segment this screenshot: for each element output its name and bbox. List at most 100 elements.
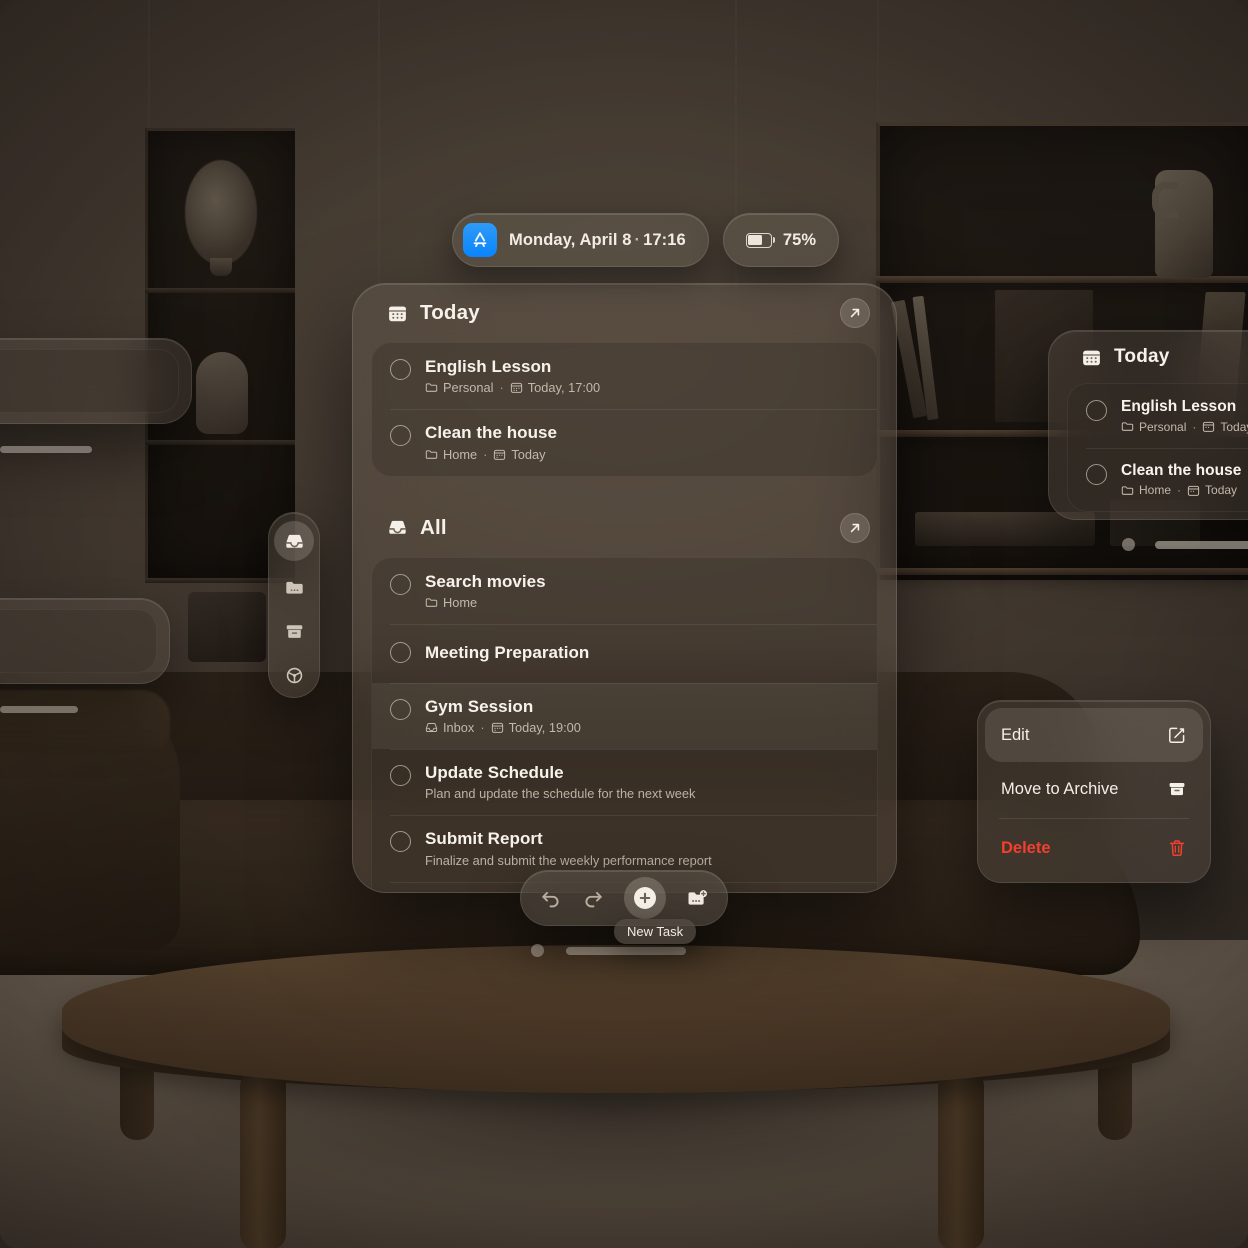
task-checkbox[interactable] (390, 573, 411, 595)
folder-icon (425, 450, 438, 459)
date-label: Monday, April 8 (509, 230, 632, 249)
window-close-dot[interactable] (531, 944, 544, 957)
task-checkbox[interactable] (390, 765, 411, 787)
meta-separator: · (480, 720, 485, 736)
sidebar-item-settings[interactable] (274, 657, 314, 693)
section-title: Today (420, 301, 480, 324)
folder-icon (425, 598, 438, 608)
menu-item-label: Edit (1001, 725, 1030, 744)
task-content: Clean the house Home · Today (425, 422, 859, 461)
calendar-icon (494, 449, 506, 460)
task-checkbox[interactable] (1086, 400, 1107, 421)
redo-arrow-icon (585, 891, 602, 907)
meta-separator: · (483, 446, 488, 462)
section-title: All (420, 515, 447, 539)
battery-pill[interactable]: 75% (722, 213, 840, 267)
wall-seam (877, 0, 879, 128)
section-today-secondary: Today English Lesson Personal · Toda Cle… (1049, 331, 1248, 513)
task-meta: Home (425, 595, 859, 610)
app-store-icon[interactable] (463, 223, 497, 257)
task-content: Meeting Preparation (425, 642, 859, 663)
section-header-all: All (371, 499, 878, 557)
table-row[interactable]: Update Schedule Plan and update the sche… (372, 749, 877, 815)
task-checkbox[interactable] (390, 831, 411, 853)
calendar-icon (389, 306, 406, 321)
battery-icon (745, 232, 776, 248)
task-title: Update Schedule (425, 763, 564, 783)
window-close-dot[interactable] (1122, 538, 1135, 551)
new-list-button[interactable] (686, 887, 709, 910)
table-row[interactable]: Clean the house Home · Today (372, 409, 877, 475)
task-checkbox[interactable] (390, 359, 411, 380)
app-sidebar (268, 512, 320, 698)
task-checkbox[interactable] (390, 698, 411, 720)
task-date-label: Today, 19:00 (508, 720, 581, 736)
calendar-icon (510, 383, 522, 394)
table-row[interactable]: Gym Session Inbox · Today, 19:00 (372, 682, 877, 750)
offscreen-panel-content: ish Today, 17:00 (0, 349, 179, 413)
folder-icon (285, 581, 303, 594)
window-drag-handle[interactable] (0, 706, 78, 713)
task-date-label: Today, 17:00 (527, 380, 601, 396)
task-group-today-secondary: English Lesson Personal · Toda Clean the… (1067, 383, 1248, 513)
redo-button[interactable] (582, 887, 605, 910)
table-row[interactable]: Meeting Preparation (372, 624, 877, 682)
arrow-up-right-icon (850, 523, 860, 533)
expand-section-all-button[interactable] (840, 512, 870, 543)
new-task-button[interactable] (624, 877, 667, 919)
menu-item-move-to-archive[interactable]: Move to Archive (985, 762, 1203, 816)
offscreen-panel-left-bottom[interactable]: , 19:00 (0, 598, 170, 684)
datetime-pill[interactable]: Monday, April 8 · 17:16 (452, 213, 709, 267)
task-content: Submit Report Finalize and submit the we… (425, 828, 859, 867)
task-checkbox[interactable] (390, 425, 411, 447)
task-checkbox[interactable] (390, 642, 411, 664)
sidebar-item-archive[interactable] (274, 613, 314, 649)
sidebar-item-folders[interactable] (274, 569, 314, 605)
menu-item-label: Delete (1001, 838, 1051, 857)
task-date-label: Today, 17 (1220, 419, 1248, 434)
task-title: Clean the house (1121, 461, 1242, 479)
expand-section-today-button[interactable] (840, 298, 870, 328)
menu-item-delete[interactable]: Delete (985, 821, 1203, 875)
menu-item-edit[interactable]: Edit (985, 708, 1203, 762)
offscreen-task-meta: , 19:00 (0, 642, 156, 657)
meta-separator: · (1177, 483, 1182, 498)
task-meta: Inbox · Today, 19:00 (425, 720, 859, 735)
battery-level-label: 75% (782, 230, 817, 249)
calendar-icon (491, 722, 503, 733)
task-list-label: Home (443, 446, 478, 462)
table-row[interactable]: Clean the house Home · Today (1068, 447, 1248, 512)
table-row[interactable]: Search movies Home (372, 558, 877, 624)
spatial-scene: ish Today, 17:00 , 19:00 (0, 0, 1248, 1248)
task-title: Meeting Preparation (425, 643, 590, 663)
section-today: Today English Lesson Personal · Today, 1… (353, 284, 896, 477)
table-row[interactable]: English Lesson Personal · (1068, 384, 1248, 448)
offscreen-panel-left-top[interactable]: ish Today, 17:00 (0, 338, 192, 424)
task-meta: Personal · Today, 17 (1121, 420, 1248, 434)
window-drag-handle[interactable] (0, 446, 92, 453)
window-drag-handle[interactable] (1155, 540, 1248, 549)
bottom-toolbar (520, 870, 728, 926)
offscreen-panel-content: , 19:00 (0, 609, 157, 673)
meta-separator: · (1192, 419, 1197, 434)
plus-circle-icon (634, 887, 657, 909)
task-title: Clean the house (425, 423, 558, 443)
task-checkbox[interactable] (1086, 463, 1107, 485)
task-content: Gym Session Inbox · Today, 19:00 (425, 696, 859, 735)
sofa-armrest-highlight (0, 690, 170, 750)
window-drag-handle[interactable] (566, 946, 686, 955)
folder-plus-icon (688, 889, 707, 905)
settings-icon (286, 667, 302, 683)
table-leg (240, 1070, 286, 1248)
vase-decor (196, 352, 248, 434)
table-row[interactable]: English Lesson Personal · (372, 343, 877, 409)
sidebar-item-inbox[interactable] (274, 521, 314, 561)
table-leg (938, 1070, 984, 1248)
undo-button[interactable] (539, 887, 562, 910)
task-content: English Lesson Personal · (425, 356, 859, 395)
task-note: Finalize and submit the weekly performan… (425, 852, 712, 868)
folder-icon (1121, 485, 1134, 495)
window-controls (531, 944, 686, 957)
coffee-table-top (62, 945, 1170, 1093)
offscreen-task-meta: Today, 17:00 (0, 383, 178, 398)
